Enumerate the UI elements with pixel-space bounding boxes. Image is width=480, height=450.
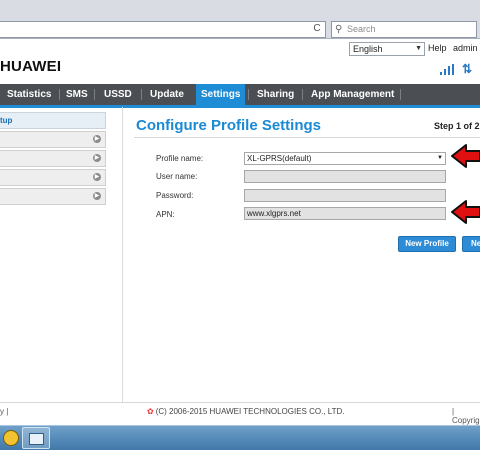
- tab-app-management[interactable]: App Management: [311, 84, 394, 105]
- chevron-down-icon: ▼: [415, 45, 422, 52]
- sidebar-item[interactable]: ▶: [0, 188, 106, 205]
- profile-name-value: XL-GPRS(default): [247, 154, 312, 163]
- profile-name-label: Profile name:: [156, 154, 204, 163]
- nav-divider: [302, 89, 303, 100]
- top-links: Help admin Lo: [428, 43, 480, 53]
- sidebar-item[interactable]: ▶: [0, 150, 106, 167]
- help-link[interactable]: Help: [428, 43, 447, 53]
- next-button[interactable]: Ne: [462, 236, 480, 252]
- apn-label: APN:: [156, 210, 175, 219]
- brand-logo: HUAWEI: [0, 58, 62, 75]
- footer-right-value[interactable]: Copyrig: [452, 416, 480, 425]
- search-placeholder: Search: [347, 24, 376, 34]
- language-value: English: [353, 44, 383, 54]
- chevron-down-icon: ▼: [437, 155, 443, 161]
- profile-name-select[interactable]: XL-GPRS(default) ▼: [244, 152, 446, 165]
- chevron-right-icon: ▶: [93, 192, 101, 200]
- apn-field[interactable]: www.xlgprs.net: [244, 207, 446, 220]
- nav-divider: [248, 89, 249, 100]
- sidebar-item[interactable]: ▶: [0, 169, 106, 186]
- signal-icon: [440, 64, 456, 78]
- red-arrow-icon: [451, 144, 480, 168]
- admin-label: admin: [453, 43, 478, 53]
- search-icon: ⚲: [335, 24, 343, 35]
- address-bar[interactable]: C: [0, 21, 326, 38]
- page-title: Configure Profile Settings: [136, 117, 322, 134]
- nav-divider: [59, 89, 60, 100]
- footer-copyright: ✿ (C) 2006-2015 HUAWEI TECHNOLOGIES CO., …: [147, 407, 345, 416]
- chevron-right-icon: ▶: [93, 173, 101, 181]
- data-arrows-icon: ⇅: [462, 62, 473, 76]
- tab-settings[interactable]: Settings: [196, 84, 246, 105]
- browser-toolbar: C ⚲ Search: [0, 0, 480, 39]
- footer-left-text: y |: [0, 407, 9, 416]
- tab-update[interactable]: Update: [150, 84, 184, 105]
- tab-statistics[interactable]: Statistics: [7, 84, 51, 105]
- username-label: User name:: [156, 172, 198, 181]
- tab-sharing[interactable]: Sharing: [257, 84, 294, 105]
- tab-sms[interactable]: SMS: [66, 84, 88, 105]
- nav-divider: [94, 89, 95, 100]
- tab-ussd[interactable]: USSD: [104, 84, 132, 105]
- password-field[interactable]: [244, 189, 446, 202]
- chevron-right-icon: ▶: [93, 154, 101, 162]
- password-label: Password:: [156, 191, 194, 200]
- copyright-text: (C) 2006-2015 HUAWEI TECHNOLOGIES CO., L…: [155, 407, 345, 416]
- sidebar: tup ▶ ▶ ▶ ▶: [0, 112, 106, 205]
- main-nav: Statistics SMS USSD Update Settings Shar…: [0, 84, 480, 108]
- language-select[interactable]: English ▼: [349, 42, 425, 56]
- title-divider: [134, 137, 480, 138]
- sidebar-title[interactable]: tup: [0, 112, 106, 129]
- new-profile-button[interactable]: New Profile: [398, 236, 456, 252]
- taskbar-app-icon[interactable]: [3, 430, 19, 446]
- taskbar: [0, 425, 480, 450]
- huawei-logo-icon: ✿: [147, 407, 154, 416]
- footer-right-text: | Copyrig: [452, 407, 480, 425]
- sidebar-item[interactable]: ▶: [0, 131, 106, 148]
- step-indicator: Step 1 of 2: [434, 121, 480, 131]
- refresh-icon[interactable]: C: [311, 23, 323, 35]
- red-arrow-icon: [451, 200, 480, 224]
- footer-divider: [0, 402, 480, 403]
- nav-divider: [400, 89, 401, 100]
- window-icon: [29, 433, 44, 445]
- nav-divider: [141, 89, 142, 100]
- username-field[interactable]: [244, 170, 446, 183]
- taskbar-window-button[interactable]: [22, 427, 50, 449]
- chevron-right-icon: ▶: [93, 135, 101, 143]
- browser-search-field[interactable]: ⚲ Search: [331, 21, 477, 38]
- content-divider: [122, 107, 123, 402]
- footer-left-value: y: [0, 407, 4, 416]
